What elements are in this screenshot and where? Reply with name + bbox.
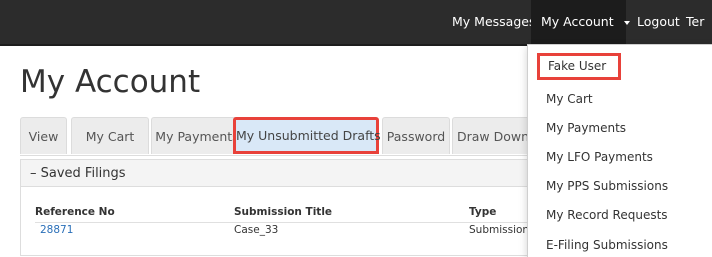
menu-item-my-pps-submissions[interactable]: My PPS Submissions — [546, 179, 668, 193]
nav-logout[interactable]: Logout — [637, 0, 680, 44]
menu-item-fake-user[interactable]: Fake User — [537, 53, 621, 80]
tab-draw-down[interactable]: Draw Down — [452, 117, 534, 154]
top-navbar: My Messages My Account Logout Ter — [0, 0, 712, 46]
type-cell: Submission — [469, 224, 530, 236]
nav-my-account[interactable]: My Account — [541, 0, 630, 44]
nav-my-messages[interactable]: My Messages — [452, 0, 535, 44]
tab-my-unsubmitted-drafts[interactable]: My Unsubmitted Drafts — [233, 117, 381, 154]
menu-item-e-filing-submissions[interactable]: E-Filing Submissions — [546, 238, 668, 252]
page-title: My Account — [20, 64, 201, 100]
tab-my-payments[interactable]: My Payments — [151, 117, 243, 154]
tab-view[interactable]: View — [20, 117, 67, 154]
reference-link[interactable]: 28871 — [40, 224, 73, 236]
my-account-dropdown: Fake User My Cart My Payments My LFO Pay… — [527, 44, 712, 257]
nav-terms-cutoff[interactable]: Ter — [686, 0, 704, 44]
col-submission-title: Submission Title — [234, 206, 333, 218]
menu-item-my-cart[interactable]: My Cart — [546, 92, 593, 106]
menu-item-my-payments[interactable]: My Payments — [546, 121, 626, 135]
caret-down-icon — [623, 20, 630, 25]
col-type: Type — [469, 206, 497, 218]
tab-password[interactable]: Password — [382, 117, 450, 154]
tab-my-cart[interactable]: My Cart — [71, 117, 149, 154]
menu-item-my-record-requests[interactable]: My Record Requests — [546, 208, 668, 222]
col-reference-no: Reference No — [35, 206, 115, 218]
menu-item-my-lfo-payments[interactable]: My LFO Payments — [546, 150, 653, 164]
submission-title-cell: Case_33 — [234, 224, 279, 236]
nav-my-account-label: My Account — [541, 14, 614, 29]
